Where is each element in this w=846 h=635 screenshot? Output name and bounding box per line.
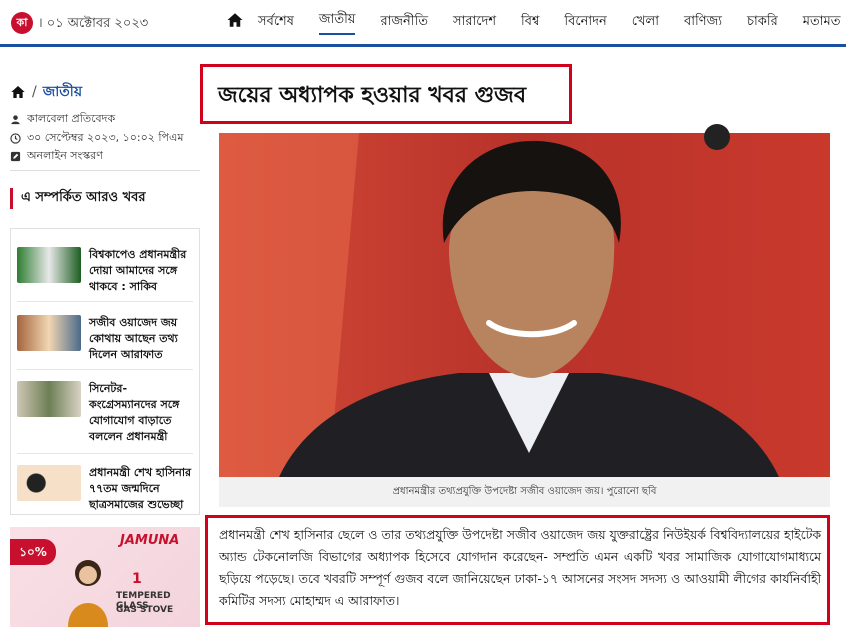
author-name: কালবেলা প্রতিবেদক (27, 112, 116, 125)
related-separator (17, 453, 193, 454)
home-icon[interactable] (10, 84, 26, 100)
breadcrumb: / জাতীয় (10, 80, 82, 104)
article-body: প্রধানমন্ত্রী শেখ হাসিনার ছেলে ও তার তথ্… (219, 527, 821, 608)
related-news-list: বিশ্বকাপেও প্রধানমন্ত্রীর দোয়া আমাদের স… (10, 228, 200, 515)
advertisement-banner[interactable]: ১০% JAMUNA 1 TEMPERED GLASS GAS STOVE (10, 527, 200, 627)
breadcrumb-current[interactable]: জাতীয় (43, 80, 82, 104)
share-icon[interactable] (704, 124, 730, 150)
nav-item-politics[interactable]: রাজনীতি (380, 12, 428, 33)
photo-caption: প্রধানমন্ত্রীর তথ্যপ্রযুক্তি উপদেষ্টা সজ… (219, 477, 830, 507)
site-logo[interactable]: কা (11, 12, 33, 34)
edition-label: অনলাইন সংস্করণ (27, 149, 103, 162)
nav-item-business[interactable]: বাণিজ্য (684, 12, 722, 33)
ad-brand: JAMUNA (120, 533, 180, 548)
related-thumbnail[interactable] (17, 315, 81, 351)
breadcrumb-separator: / (32, 84, 37, 100)
article-photo-illustration (219, 133, 830, 477)
nav-item-latest[interactable]: সর্বশেষ (258, 12, 294, 33)
clock-icon (10, 133, 21, 144)
article-headline: জয়ের অধ্যাপক হওয়ার খবর গুজব (218, 83, 527, 108)
related-item-title[interactable]: সজীব ওয়াজেদ জয় কোথায় আছেন তথ্য দিলেন … (89, 315, 193, 363)
ad-discount-badge: ১০% (10, 539, 56, 565)
related-thumbnail[interactable] (17, 465, 81, 501)
related-item[interactable]: বিশ্বকাপেও প্রধানমন্ত্রীর দোয়া আমাদের স… (17, 247, 193, 295)
related-thumbnail[interactable] (17, 247, 81, 283)
publish-time: ৩০ সেপ্টেম্বর ২০২৩, ১০:০২ পিএম (27, 131, 184, 144)
related-separator (17, 301, 193, 302)
related-thumbnail[interactable] (17, 381, 81, 417)
home-icon[interactable] (226, 11, 244, 29)
nav-item-national[interactable]: জাতীয় (318, 10, 356, 35)
ad-tagline: 1 (132, 571, 142, 587)
nav-item-opinion[interactable]: মতামত (803, 12, 841, 33)
nav-item-world[interactable]: বিশ্ব (521, 12, 539, 33)
ad-model-image (68, 560, 108, 627)
article-photo (219, 133, 830, 477)
related-item[interactable]: সজীব ওয়াজেদ জয় কোথায় আছেন তথ্য দিলেন … (17, 315, 193, 363)
related-item[interactable]: সিনেটর-কংগ্রেসম্যানদের সঙ্গে যোগাযোগ বাড… (17, 381, 193, 445)
nav-item-entertainment[interactable]: বিনোদন (564, 12, 606, 33)
related-news-title: এ সম্পর্কিত আরও খবর (10, 188, 146, 209)
main-nav: সর্বশেষ জাতীয় রাজনীতি সারাদেশ বিশ্ব বিন… (258, 0, 846, 44)
user-icon (11, 115, 20, 125)
top-bar: কা । ০১ অক্টোবর ২০২৩ সর্বশেষ জাতীয় রাজন… (0, 0, 846, 44)
related-separator (17, 369, 193, 370)
nav-item-country[interactable]: সারাদেশ (453, 12, 496, 33)
related-item[interactable]: প্রধানমন্ত্রী শেখ হাসিনার ৭৭তম জন্মদিনে … (17, 465, 193, 513)
header-divider (0, 44, 846, 47)
edit-icon (10, 151, 21, 162)
nav-item-sports[interactable]: খেলা (632, 12, 659, 33)
related-item-title[interactable]: সিনেটর-কংগ্রেসম্যানদের সঙ্গে যোগাযোগ বাড… (89, 381, 193, 445)
ad-product-line2: GAS STOVE (116, 605, 174, 615)
publish-time-line: ৩০ সেপ্টেম্বর ২০২৩, ১০:০২ পিএম (10, 129, 184, 148)
related-item-title[interactable]: বিশ্বকাপেও প্রধানমন্ত্রীর দোয়া আমাদের স… (89, 247, 193, 295)
current-date: । ০১ অক্টোবর ২০২৩ (38, 16, 149, 31)
sidebar-divider (10, 170, 200, 171)
related-item-title[interactable]: প্রধানমন্ত্রী শেখ হাসিনার ৭৭তম জন্মদিনে … (89, 465, 193, 513)
edition-line: অনলাইন সংস্করণ (10, 147, 103, 166)
author-line: কালবেলা প্রতিবেদক (10, 110, 115, 129)
nav-item-jobs[interactable]: চাকরি (747, 12, 778, 33)
